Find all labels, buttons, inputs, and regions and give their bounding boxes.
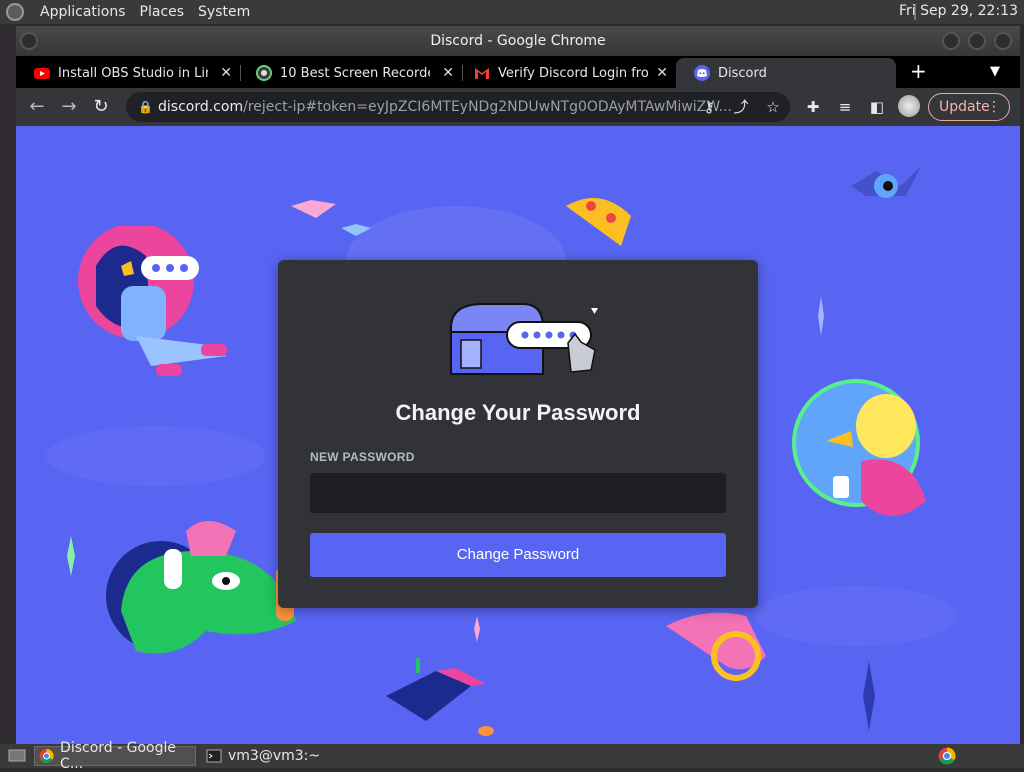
menu-applications[interactable]: Applications [40,4,126,20]
background-cloud [756,586,956,646]
tab-close-icon[interactable]: ✕ [442,65,454,81]
update-button[interactable]: Update ⋮ [928,93,1010,121]
address-bar[interactable]: 🔒 discord.com/reject-ip#token=eyJpZCI6MT… [126,92,790,122]
window-titlebar[interactable]: Discord - Google Chrome [16,26,1020,56]
taskbar-item-label: vm3@vm3:~ [228,748,321,764]
sparkle-icon [474,616,480,642]
tab-discord[interactable]: Discord [676,58,896,88]
workspace-switcher[interactable] [934,746,960,766]
tab-title: 10 Best Screen Recorders f [280,65,430,81]
window-menu-button[interactable] [20,32,38,50]
update-label: Update [939,99,990,115]
tab-screen-recorders[interactable]: 10 Best Screen Recorders f ✕ [238,58,460,88]
pizza-slice-illustration [566,198,631,246]
menu-system[interactable]: System [198,4,250,20]
taskbar-item-terminal[interactable]: vm3@vm3:~ [202,746,362,766]
discord-page: Change Your Password NEW PASSWORD Change… [16,126,1020,744]
key-icon[interactable]: ⚷ [698,96,720,118]
sparkle-icon [67,536,75,576]
tab-title: Discord [718,65,767,81]
duck-character-illustration [792,379,926,516]
sparkle-icon [818,296,824,336]
game-console-illustration [386,658,494,736]
chrome-icon [938,747,956,765]
browser-window: Discord - Google Chrome Install OBS Stud… [16,26,1020,744]
url-host: discord.com [158,99,244,115]
taskbar-item-chrome[interactable]: Discord - Google C... [34,740,196,772]
change-password-modal: Change Your Password NEW PASSWORD Change… [278,260,758,608]
gmail-icon [475,68,489,79]
tab-search-chevron-icon[interactable]: ▼ [990,64,1000,79]
tab-close-icon[interactable]: ✕ [220,65,232,81]
bottom-taskbar: Discord - Google C... vm3@vm3:~ [0,740,1024,772]
share-icon[interactable]: ⤴ [730,96,752,118]
top-panel: Applications Places System Fri Sep 29, 2… [0,0,1024,24]
woman-with-phone-illustration [78,226,227,376]
tab-title: Install OBS Studio in Linux [58,65,208,81]
new-tab-button[interactable]: + [910,61,927,81]
youtube-icon [34,68,50,79]
minimize-button[interactable] [942,32,960,50]
background-cloud [46,426,266,486]
url-path: /reject-ip#token=eyJpZCI6MTEyNDg2NDUwNTg… [243,99,732,115]
back-arrow-icon[interactable]: ← [26,96,48,118]
browser-toolbar: ← → ↻ 🔒 discord.com/reject-ip#token=eyJp… [16,88,1020,126]
chrome-icon [39,748,54,764]
taskbar-item-label: Discord - Google C... [60,740,176,772]
side-panel-icon[interactable]: ◧ [866,96,888,118]
terminal-icon [206,749,222,763]
tab-strip: Install OBS Studio in Linux ✕ 10 Best Sc… [16,56,1020,88]
media-queue-icon[interactable]: ≡ [834,96,856,118]
maximize-button[interactable] [968,32,986,50]
menu-places[interactable]: Places [140,4,185,20]
show-desktop-icon[interactable] [4,746,28,766]
change-password-button[interactable]: Change Password [310,533,726,577]
bat-creature-illustration [851,166,921,198]
profile-avatar[interactable] [898,95,920,117]
desktop-icon [8,749,26,762]
trumpet-illustration [666,612,766,681]
treasure-chest-password-icon [450,303,598,375]
new-password-input[interactable] [310,473,726,513]
sparkle-icon [863,661,875,731]
close-window-button[interactable] [994,32,1012,50]
tab-title: Verify Discord Login from N [498,65,648,81]
obs-icon [256,65,272,81]
lock-icon[interactable]: 🔒 [138,92,153,122]
forward-arrow-icon[interactable]: → [58,96,80,118]
tab-install-obs[interactable]: Install OBS Studio in Linux ✕ [16,58,238,88]
tab-verify-discord[interactable]: Verify Discord Login from N ✕ [456,58,674,88]
flying-books-illustration [291,200,371,236]
extensions-puzzle-icon[interactable]: ✚ [802,96,824,118]
modal-title: Change Your Password [395,400,641,425]
tab-close-icon[interactable]: ✕ [656,65,668,81]
reload-icon[interactable]: ↻ [90,96,112,118]
gnome-foot-icon[interactable] [6,3,24,21]
new-password-label: NEW PASSWORD [310,450,415,464]
desktop-left-edge [0,24,16,744]
window-title: Discord - Google Chrome [430,33,606,49]
discord-icon [694,65,710,81]
panel-clock[interactable]: Fri Sep 29, 22:13 [899,3,1018,19]
kebab-menu-icon[interactable]: ⋮ [987,94,1001,120]
bookmark-star-icon[interactable]: ☆ [762,96,784,118]
